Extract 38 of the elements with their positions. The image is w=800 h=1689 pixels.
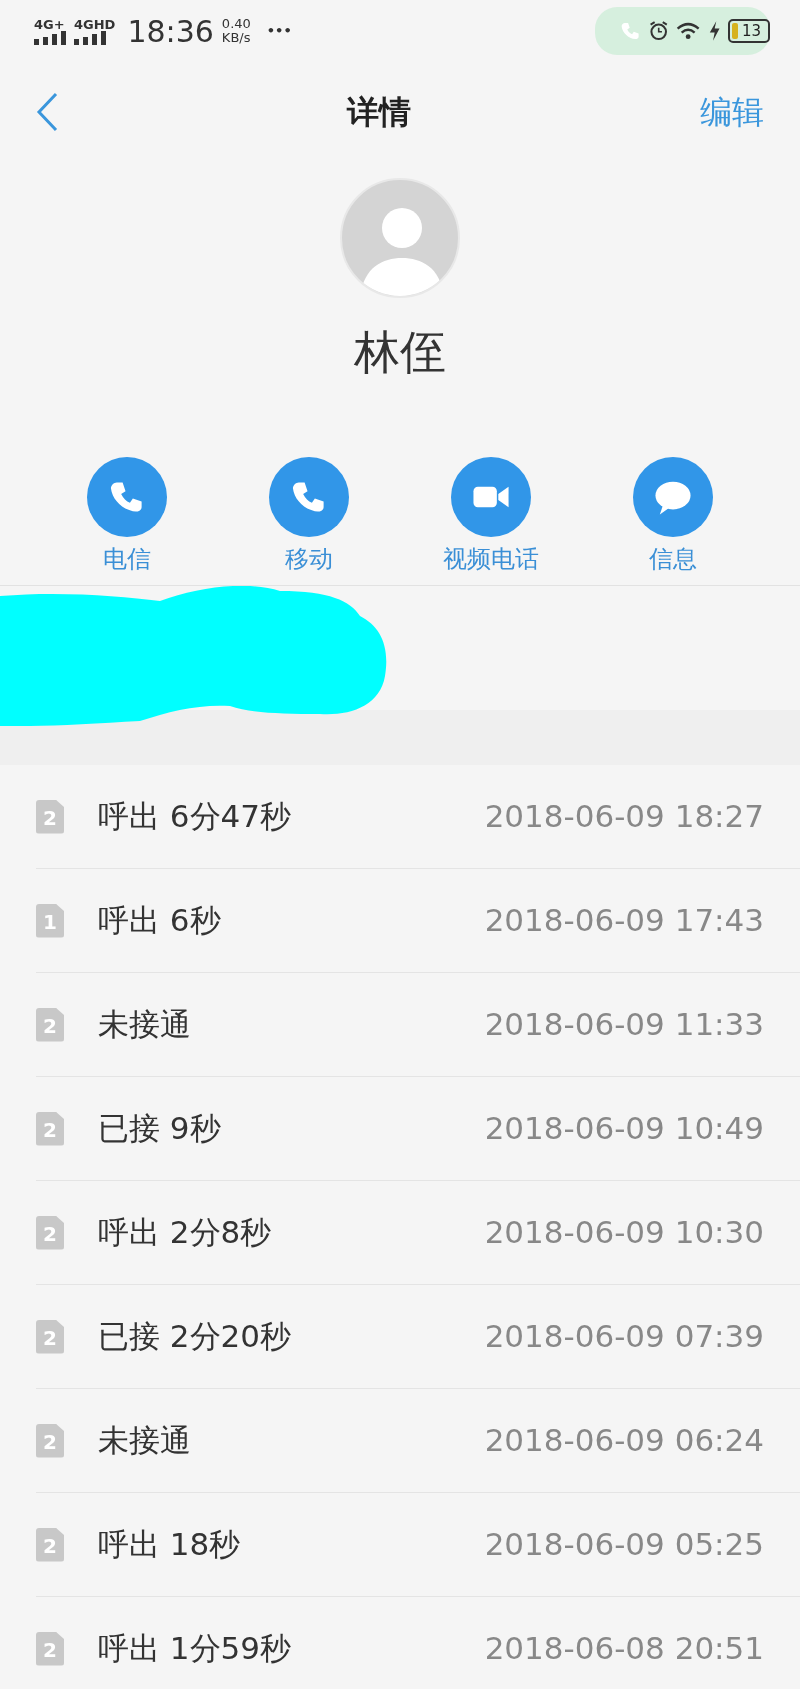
call-time: 2018-06-09 05:25: [484, 1525, 764, 1565]
battery-fill: [732, 23, 739, 39]
call-time: 2018-06-09 18:27: [484, 797, 764, 837]
network-label: 4G+: [34, 17, 65, 31]
status-time: 18:36: [127, 12, 214, 51]
call-time: 2018-06-09 07:39: [484, 1317, 764, 1357]
action-label: 移动: [285, 544, 333, 575]
speed-value: 0.40: [221, 16, 251, 31]
call-type: 呼出 6分47秒: [98, 797, 292, 837]
call-type: 呼出 1分59秒: [98, 1629, 292, 1669]
action-label: 视频电话: [443, 544, 539, 575]
call-time: 2018-06-09 10:49: [484, 1109, 764, 1149]
call-type: 已接 9秒: [98, 1109, 221, 1149]
call-type: 呼出 6秒: [98, 901, 221, 941]
contact-name: 林侄: [354, 324, 446, 381]
network-label: 4GHD: [74, 17, 116, 31]
action-label: 信息: [649, 544, 697, 575]
action-label: 电信: [103, 544, 151, 575]
signal-icon: [74, 30, 106, 45]
signal-icon: [34, 30, 66, 45]
speed-unit: KB/s: [221, 31, 251, 46]
call-time: 2018-06-09 10:30: [484, 1213, 764, 1253]
call-type: 未接通: [98, 1421, 191, 1461]
wifi-icon: [676, 20, 701, 42]
edit-button[interactable]: 编辑: [700, 88, 764, 136]
call-type: 呼出 2分8秒: [98, 1213, 272, 1253]
call-time: 2018-06-09 06:24: [484, 1421, 764, 1461]
back-icon: [36, 92, 58, 132]
call-time: 2018-06-09 17:43: [484, 901, 764, 941]
page-title: 详情: [347, 92, 411, 133]
back-button[interactable]: [36, 92, 58, 132]
battery-level: 13: [742, 23, 762, 39]
call-type: 呼出 18秒: [98, 1525, 241, 1565]
call-time: 2018-06-08 20:51: [484, 1629, 764, 1669]
more-icon: •••: [266, 23, 292, 39]
call-time: 2018-06-09 11:33: [484, 1005, 764, 1045]
call-type: 已接 2分20秒: [98, 1317, 292, 1357]
call-type: 未接通: [98, 1005, 191, 1045]
